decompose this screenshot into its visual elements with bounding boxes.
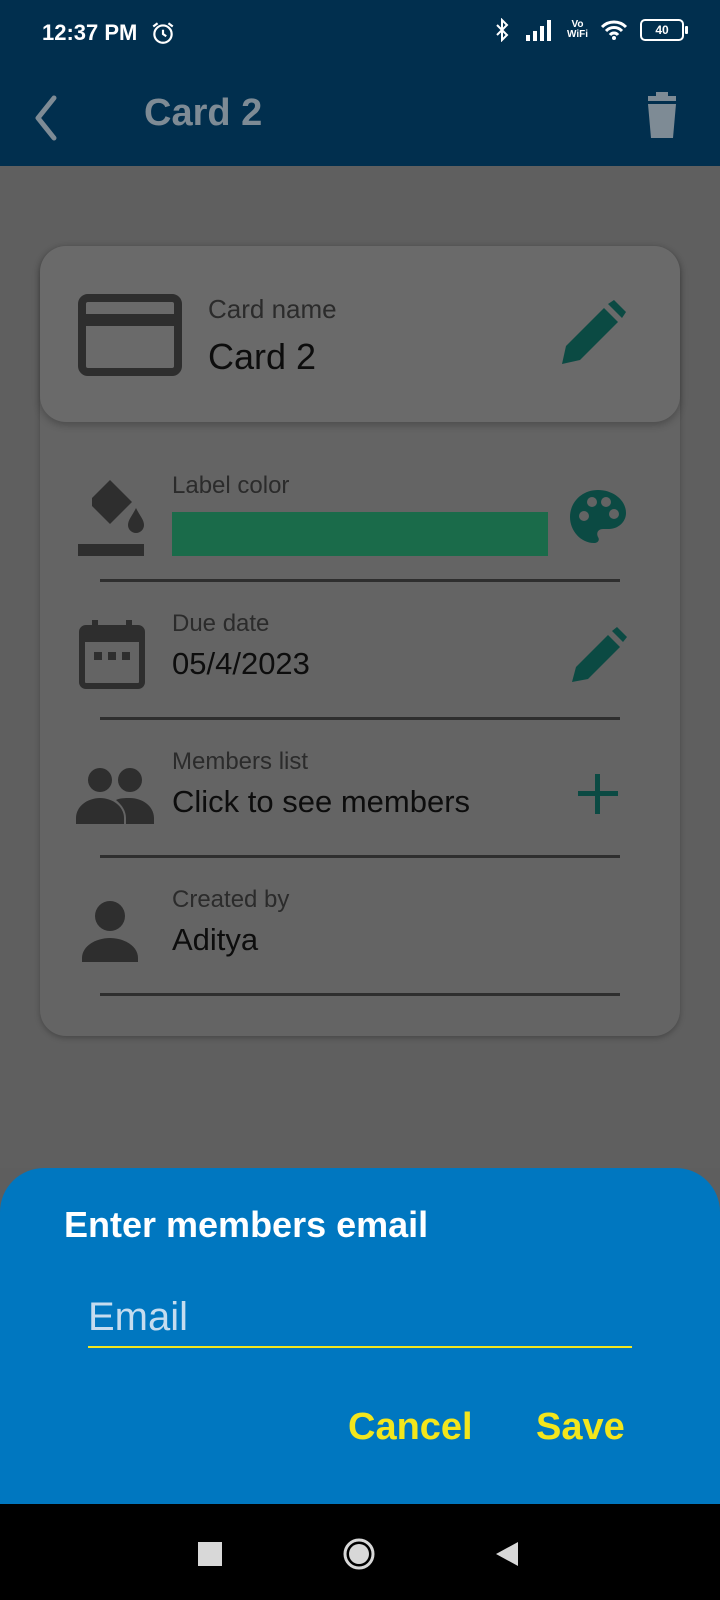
label-color-label: Label color [172,472,290,499]
home-icon[interactable] [342,1537,376,1571]
card-details: Card name Card 2 Label color Due date 05… [0,166,720,1168]
members-list-row[interactable]: Members list Click to see members [40,732,680,862]
battery-level: 40 [655,23,669,37]
card-name-label: Card name [208,294,337,324]
vowifi-bottom-text: WiFi [566,29,588,40]
status-bar: 12:37 PM Vo WiFi 40 [0,0,720,70]
edit-card-name-icon[interactable] [556,298,628,370]
divider [100,717,620,720]
alarm-icon [152,22,174,44]
back-icon[interactable] [494,1540,520,1568]
card-name-value: Card 2 [208,336,317,377]
created-by-value: Aditya [172,922,259,957]
signal-icon [525,20,551,41]
page-title: Card 2 [144,92,263,134]
calendar-icon [79,620,145,689]
edit-due-date-icon[interactable] [566,624,630,688]
email-input[interactable] [88,1288,632,1348]
add-member-dialog: Enter members email Cancel Save [0,1168,720,1504]
created-by-row: Created by Aditya [40,870,680,1000]
credit-card-icon [78,294,182,376]
cancel-button[interactable]: Cancel [348,1406,473,1449]
vowifi-indicator: Vo WiFi [567,20,588,40]
divider [100,855,620,858]
battery-indicator: 40 [640,19,688,41]
created-by-label: Created by [172,886,290,913]
back-arrow-icon[interactable] [26,88,86,148]
bluetooth-icon [496,18,509,42]
members-list-label: Members list [172,748,309,775]
wifi-icon [600,20,628,40]
members-list-value[interactable]: Click to see members [172,784,470,820]
status-time: 12:37 PM [42,20,138,45]
due-date-row[interactable]: Due date 05/4/2023 [40,594,680,724]
palette-icon[interactable] [566,486,630,550]
status-icons: Vo WiFi 40 [493,18,688,42]
label-color-swatch[interactable] [172,512,548,556]
app-bar: Card 2 [0,70,720,166]
divider [100,579,620,582]
card-name-section: Card name Card 2 [40,246,680,422]
due-date-label: Due date [172,610,270,637]
delete-icon[interactable] [634,88,690,144]
due-date-value: 05/4/2023 [172,646,310,681]
system-nav-bar [0,1504,720,1600]
label-color-row[interactable]: Label color [40,456,680,586]
recents-icon[interactable] [198,1542,222,1566]
person-icon [82,901,138,962]
paint-bucket-icon [78,480,144,556]
divider [100,993,620,996]
save-button[interactable]: Save [536,1406,625,1449]
dialog-title: Enter members email [64,1204,429,1245]
add-member-icon[interactable] [566,762,630,826]
group-icon [76,768,154,824]
